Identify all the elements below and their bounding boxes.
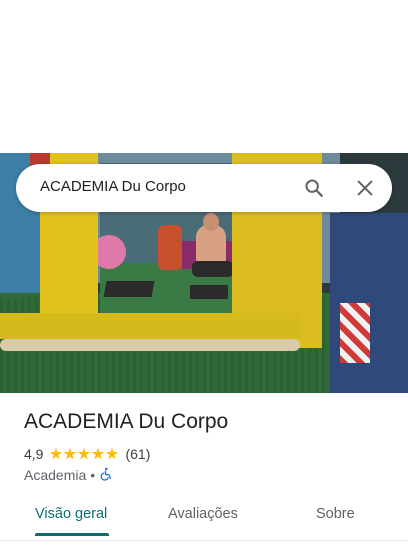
star-icon <box>49 447 63 460</box>
category-label: Academia <box>24 467 87 483</box>
tab-overview[interactable]: Visão geral <box>35 506 107 522</box>
star-icon <box>91 447 105 460</box>
search-icon <box>305 179 323 197</box>
place-title: ACADEMIA Du Corpo <box>24 410 229 433</box>
tabs-divider <box>0 540 408 541</box>
rating-value: 4,9 <box>24 446 44 462</box>
map-blank-area <box>0 0 408 153</box>
wheelchair-icon <box>99 467 113 484</box>
close-icon <box>357 180 373 196</box>
rating-row[interactable]: 4,9 (61) <box>24 445 150 463</box>
separator-dot: • <box>90 467 96 483</box>
search-button[interactable] <box>299 173 329 203</box>
tab-reviews[interactable]: Avaliações <box>168 506 238 522</box>
search-bar[interactable]: ACADEMIA Du Corpo <box>16 164 392 212</box>
review-count[interactable]: (61) <box>125 446 150 462</box>
tab-about[interactable]: Sobre <box>316 506 355 522</box>
rating-stars <box>49 447 119 461</box>
active-tab-indicator <box>35 533 109 536</box>
star-icon <box>63 447 77 460</box>
star-icon <box>77 447 91 460</box>
star-icon <box>105 447 119 460</box>
category-row: Academia • <box>24 466 113 484</box>
search-input[interactable]: ACADEMIA Du Corpo <box>40 178 186 195</box>
place-tabs: Visão geral Avaliações Sobre <box>0 496 408 536</box>
close-button[interactable] <box>350 173 380 203</box>
